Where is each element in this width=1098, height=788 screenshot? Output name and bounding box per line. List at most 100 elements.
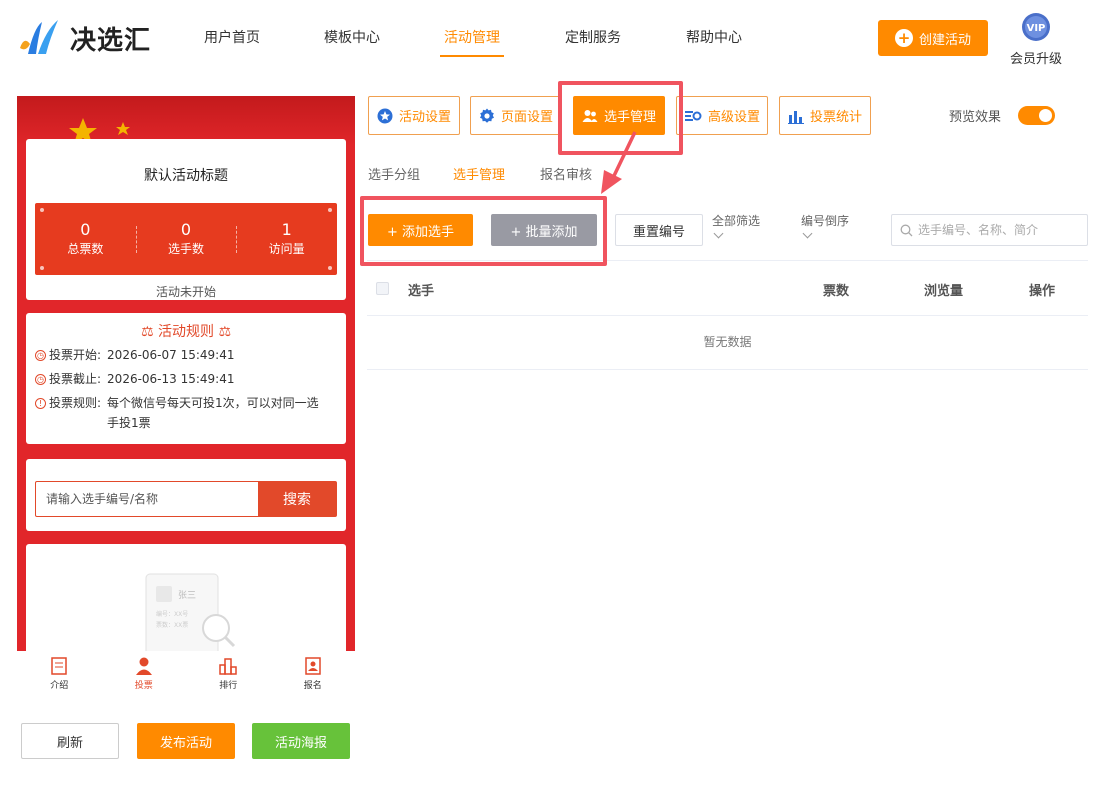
tab-label: 投票统计 (809, 110, 862, 125)
stat-value: 0 (180, 219, 192, 239)
create-activity-button[interactable]: + 创建活动 (878, 20, 988, 56)
top-header: 决选汇 用户首页 模板中心 活动管理 定制服务 帮助中心 + 创建活动 VIP … (0, 0, 1098, 78)
subtab-signup-review[interactable]: 报名审核 (540, 164, 592, 183)
table-search-input[interactable] (918, 223, 1087, 237)
reset-number-button[interactable]: 重置编号 (615, 214, 703, 246)
tab-vote-statistics[interactable]: 投票统计 (779, 96, 871, 135)
clock-icon: ◷ (35, 350, 46, 361)
advanced-settings-icon (684, 110, 702, 121)
logo[interactable]: 决选汇 (16, 16, 151, 60)
tab-page-settings[interactable]: 页面设置 (470, 96, 562, 135)
rule-label: 投票截止: (49, 372, 102, 386)
column-actions: 操作 (1029, 284, 1056, 299)
table-header: 选手 票数 浏览量 操作 (367, 260, 1088, 316)
create-activity-label: 创建活动 (918, 32, 971, 48)
tab-label: 高级设置 (707, 110, 760, 125)
rules-title-text: 活动规则 (158, 324, 214, 340)
activity-poster-button[interactable]: 活动海报 (252, 723, 350, 759)
player-search: 搜索 (35, 481, 337, 517)
clock-icon: ◷ (35, 374, 46, 385)
plus-icon: + (894, 29, 913, 47)
stats-panel: 0 总票数 0 选手数 1 访问量 (35, 203, 337, 275)
refresh-button[interactable]: 刷新 (21, 723, 119, 759)
tab-advanced-settings[interactable]: 高级设置 (676, 96, 768, 135)
tabbar-label: 投票 (134, 681, 153, 691)
user-icon (135, 657, 152, 675)
chevron-down-icon (802, 228, 813, 239)
placeholder-number: 编号：XX号 (156, 610, 188, 618)
stat-label: 选手数 (168, 241, 205, 256)
tabbar-label: 排行 (219, 681, 238, 691)
doc-icon (51, 657, 67, 675)
sort-number-dropdown[interactable]: 编号倒序 (801, 214, 850, 239)
tabbar-item-ranking[interactable]: 排行 (186, 651, 271, 694)
column-views: 浏览量 (924, 284, 964, 299)
stat-label: 访问量 (268, 241, 305, 256)
tabbar-label: 报名 (303, 681, 322, 691)
tab-activity-settings[interactable]: 活动设置 (368, 96, 460, 135)
stat-value: 1 (281, 219, 292, 239)
rule-label: 投票开始: (49, 348, 102, 362)
tabbar-item-vote[interactable]: 投票 (102, 651, 187, 694)
stat-value: 0 (80, 219, 91, 239)
search-button[interactable]: 搜索 (258, 482, 336, 516)
rule-end: ◷ 投票截止: 2026-06-13 15:49:41 (26, 369, 346, 389)
rule-value: 每个微信号每天可投1次，可以对同一选手投1票 (107, 396, 319, 430)
player-search-input[interactable] (36, 482, 258, 516)
stat-total-votes: 0 总票数 (35, 219, 136, 257)
nav-item-activity-management[interactable]: 活动管理 (440, 28, 504, 58)
tab-label: 活动设置 (398, 110, 451, 125)
gavel-icon: ⚖ (140, 324, 154, 340)
chevron-down-icon (713, 228, 724, 239)
gear-icon (479, 108, 494, 123)
select-all-checkbox[interactable] (376, 282, 389, 295)
logo-mark-icon (20, 20, 58, 54)
player-search-card: 搜索 (26, 459, 346, 531)
highlight-add-player-actions (360, 196, 607, 266)
logo-text: 决选汇 (70, 25, 152, 56)
rules-title: ⚖ 活动规则 ⚖ (26, 321, 346, 341)
player-table: 选手 票数 浏览量 操作 暂无数据 (367, 260, 1088, 370)
vip-label: 会员升级 (1009, 52, 1062, 67)
rules-card: ⚖ 活动规则 ⚖ ◷ 投票开始: 2026-06-07 15:49:41 ◷ 投… (26, 313, 346, 444)
vip-badge-icon: VIP (1022, 13, 1050, 41)
nav-item-help[interactable]: 帮助中心 (686, 28, 742, 58)
tutorial-arrow-icon (601, 131, 637, 194)
filter-all-dropdown[interactable]: 全部筛选 (712, 214, 761, 239)
empty-table-text: 暂无数据 (367, 316, 1088, 370)
activity-status: 活动未开始 (155, 285, 216, 299)
column-votes: 票数 (823, 284, 850, 299)
star-icon (377, 108, 393, 123)
nav-item-home[interactable]: 用户首页 (204, 28, 260, 58)
rule-value: 2026-06-07 15:49:41 (107, 348, 235, 362)
sort-label: 编号倒序 (801, 214, 850, 228)
vip-badge-text: VIP (1027, 23, 1046, 34)
search-icon (900, 224, 913, 236)
info-icon: ! (35, 398, 46, 409)
nav-item-templates[interactable]: 模板中心 (324, 28, 380, 58)
nav-item-custom-service[interactable]: 定制服务 (565, 28, 621, 58)
tabbar-item-intro[interactable]: 介绍 (17, 651, 102, 694)
subtab-player-management[interactable]: 选手管理 (453, 164, 505, 183)
publish-activity-button[interactable]: 发布活动 (137, 723, 235, 759)
rule-policy: ! 投票规则: 每个微信号每天可投1次，可以对同一选手投1票 (26, 393, 346, 433)
filter-label: 全部筛选 (712, 214, 761, 228)
preview-effect-toggle[interactable] (1018, 106, 1055, 125)
signup-icon (305, 657, 321, 675)
placeholder-votes: 票数：XX票 (156, 621, 188, 629)
tabbar-label: 介绍 (50, 681, 69, 691)
subtab-player-groups[interactable]: 选手分组 (368, 164, 420, 183)
preview-tabbar: 介绍 投票 排行 报名 (17, 651, 355, 694)
vip-upgrade[interactable]: VIP 会员升级 (1008, 12, 1064, 67)
rule-start: ◷ 投票开始: 2026-06-07 15:49:41 (26, 345, 346, 365)
mobile-preview: 默认活动标题 0 总票数 0 选手数 1 访问量 活动未开始 ⚖ 活动规则 ⚖ … (17, 96, 355, 694)
tabbar-item-signup[interactable]: 报名 (271, 651, 356, 694)
activity-info-card: 默认活动标题 0 总票数 0 选手数 1 访问量 活动未开始 (26, 139, 346, 300)
activity-title: 默认活动标题 (144, 168, 228, 184)
stat-label: 总票数 (67, 241, 104, 256)
bar-chart-icon (787, 110, 804, 124)
stat-visits: 1 访问量 (236, 219, 337, 257)
stat-players: 0 选手数 (135, 219, 237, 257)
gavel-icon: ⚖ (218, 324, 232, 340)
rule-label: 投票规则: (49, 396, 102, 410)
